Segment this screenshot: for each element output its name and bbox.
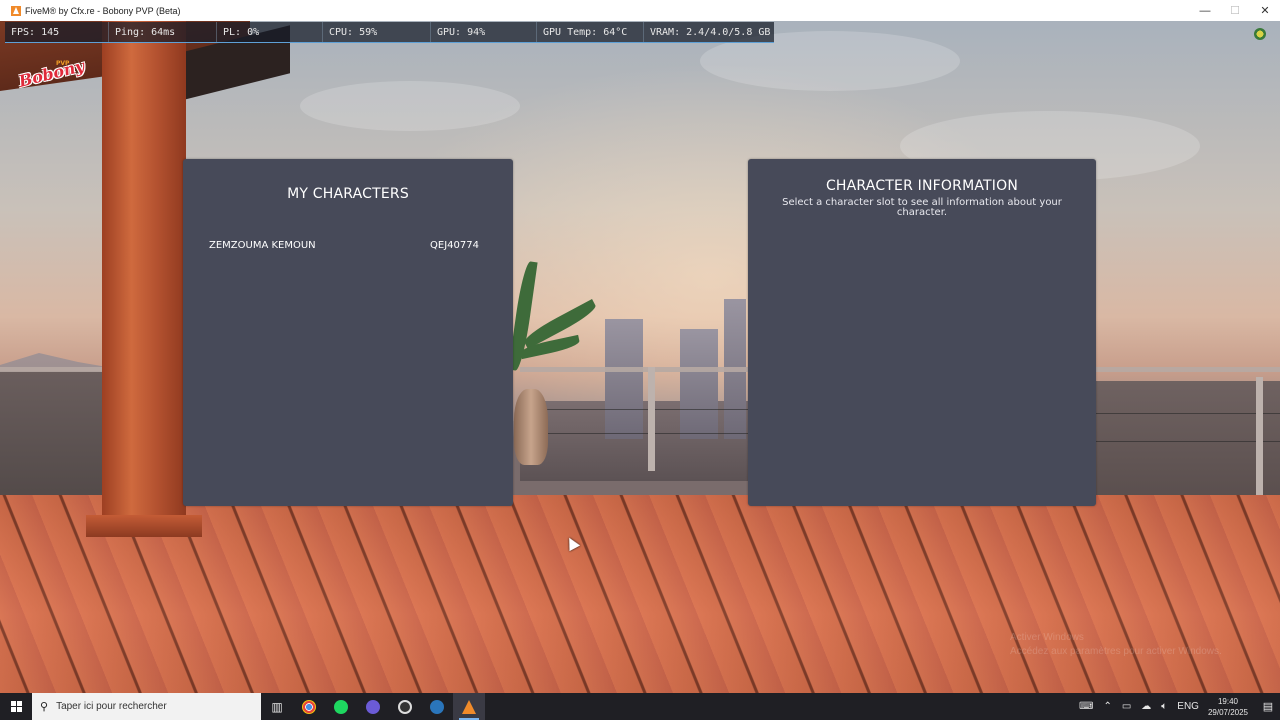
plant-pot [514, 389, 548, 465]
chevron-up-icon[interactable]: ⌃ [1098, 701, 1116, 712]
watermark-line: Accédez aux paramètres pour activer Wind… [1010, 646, 1222, 657]
hud-cpu: CPU: 59% [323, 22, 431, 42]
window-title: FiveM® by Cfx.re - Bobony PVP (Beta) [25, 5, 181, 16]
spotify-icon [334, 699, 348, 714]
clock-time: 19:40 [1217, 696, 1238, 706]
search-icon: ⚲ [40, 701, 49, 713]
railing-post [648, 367, 655, 471]
railing [0, 367, 110, 372]
railing [520, 367, 750, 372]
chrome-icon [302, 699, 316, 714]
railing [1095, 367, 1280, 372]
character-info-panel: CHARACTER INFORMATION Select a character… [748, 159, 1096, 506]
steam-icon [430, 699, 444, 714]
language-indicator[interactable]: ENG [1172, 701, 1204, 712]
hud-gpu-temp: GPU Temp: 64°C [537, 22, 644, 42]
taskbar-app-spotify[interactable] [325, 693, 357, 720]
screen: FiveM® by Cfx.re - Bobony PVP (Beta) — ☐… [0, 0, 1280, 720]
discord-icon [366, 699, 380, 714]
hud-gpu: GPU: 94% [431, 22, 537, 42]
cloud-icon[interactable]: ☁ [1136, 701, 1156, 712]
task-view-icon: ▥ [271, 699, 283, 714]
clock[interactable]: 19:40 29/07/2025 [1204, 696, 1256, 718]
railing-wire [1095, 413, 1280, 414]
panel-title: CHARACTER INFORMATION [825, 178, 1019, 194]
hud-vram: VRAM: 2.4/4.0/5.8 GB [650, 26, 771, 38]
keyboard-icon[interactable]: ⌨ [1074, 701, 1098, 712]
window-controls: — ☐ ✕ [1190, 0, 1280, 21]
minimize-button[interactable]: — [1190, 0, 1220, 21]
obs-icon [398, 699, 412, 714]
pillar-base [86, 515, 202, 537]
hud-fps: FPS: 145 [5, 22, 109, 42]
taskbar-app-obs[interactable] [389, 693, 421, 720]
volume-icon[interactable]: 🔈︎ [1156, 701, 1172, 712]
close-button[interactable]: ✕ [1250, 0, 1280, 21]
window-titlebar: FiveM® by Cfx.re - Bobony PVP (Beta) — ☐… [0, 0, 1280, 21]
character-slot[interactable]: ZEMZOUMA KEMOUN QEJ40774 [209, 240, 479, 251]
fivem-icon [11, 5, 21, 16]
hud-packet-loss: PL: 0% [217, 22, 323, 42]
performance-hud: FPS: 145 Ping: 64ms PL: 0% CPU: 59% GPU:… [5, 22, 774, 43]
panel-subtitle: Select a character slot to see all infor… [782, 197, 1062, 218]
network-icon[interactable]: ▭ [1117, 701, 1136, 712]
clock-date: 29/07/2025 [1207, 707, 1248, 717]
notifications-icon[interactable]: ▤ [1256, 700, 1280, 713]
character-id: QEJ40774 [430, 240, 479, 251]
maximize-button[interactable]: ☐ [1220, 0, 1250, 21]
skyscraper [605, 319, 643, 439]
system-tray: ⌨ ⌃ ▭ ☁ 🔈︎ ENG 19:40 29/07/2025 ▤ [1074, 693, 1280, 720]
windows-icon [10, 701, 22, 712]
characters-panel: MY CHARACTERS ZEMZOUMA KEMOUN QEJ40774 [183, 159, 513, 506]
railing-wire [520, 433, 750, 434]
taskbar-app-fivem[interactable] [453, 693, 485, 720]
server-logo-tag: PVP [56, 60, 70, 67]
hud-ping: Ping: 64ms [109, 22, 217, 42]
taskbar-app-steam[interactable] [421, 693, 453, 720]
taskbar-search[interactable]: ⚲ Taper ici pour rechercher [32, 693, 261, 720]
search-placeholder: Taper ici pour rechercher [56, 701, 167, 712]
start-button[interactable] [0, 693, 32, 720]
activation-watermark: Activer Windows Accédez aux paramètres p… [1010, 631, 1250, 659]
taskbar-app-discord[interactable] [357, 693, 389, 720]
skyscraper [680, 329, 718, 439]
fivem-icon [462, 699, 476, 714]
status-indicator-icon [1254, 28, 1266, 40]
panel-title: MY CHARACTERS [287, 186, 409, 202]
railing-wire [1095, 441, 1280, 442]
watermark-line: Activer Windows [1010, 632, 1084, 643]
taskbar-app-chrome[interactable] [293, 693, 325, 720]
task-view-button[interactable]: ▥ [261, 693, 293, 720]
cloud [300, 81, 520, 131]
railing-wire [520, 409, 750, 410]
wooden-pillar [102, 21, 186, 521]
character-name: ZEMZOUMA KEMOUN [209, 240, 316, 251]
taskbar: ⚲ Taper ici pour rechercher ▥ ⌨ ⌃ ▭ ☁ 🔈︎… [0, 693, 1280, 720]
